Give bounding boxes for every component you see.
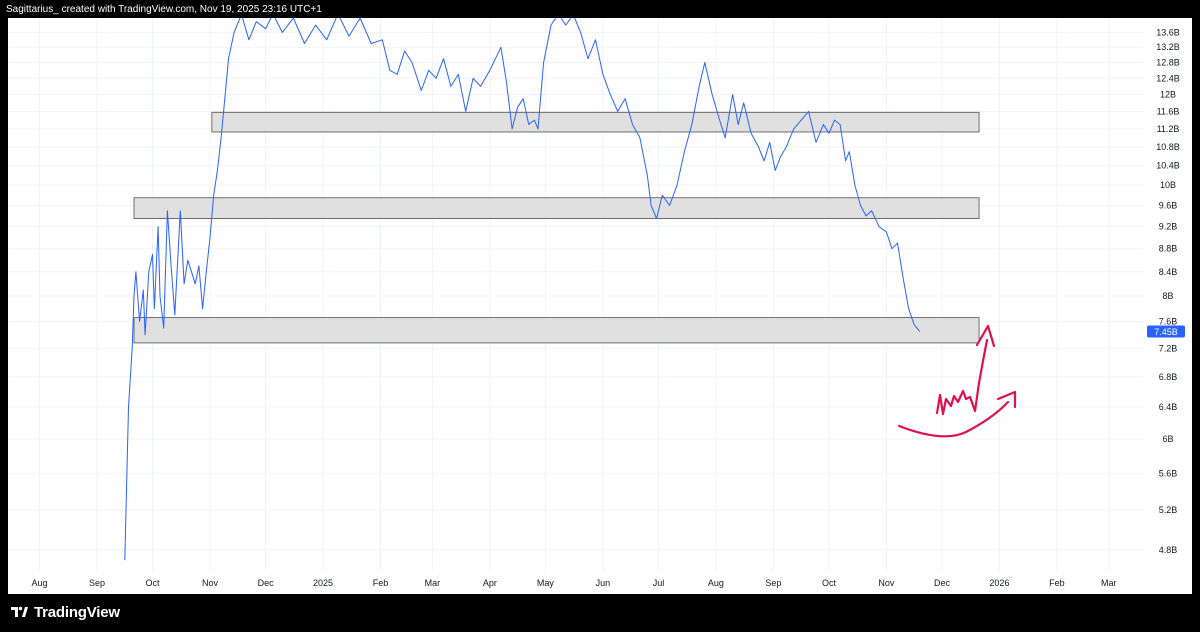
y-tick-label: 7.6B [1159, 317, 1178, 327]
x-tick-label: May [537, 578, 555, 588]
chart-screenshot: Sagittarius_ created with TradingView.co… [0, 0, 1200, 632]
last-price-label: 7.45B [1154, 327, 1178, 337]
x-tick-label: Feb [373, 578, 389, 588]
price-chart[interactable]: 13.6B 13.2B 12.8B 12.4B 12B 11.6B 11.2B 10.8B 10… [8, 13, 1192, 594]
y-tick-label: 11.6B [1157, 106, 1180, 116]
y-tick-label: 9.6B [1159, 200, 1178, 210]
x-axis[interactable]: Aug Sep Oct Nov Dec 2025 Feb Mar Apr May Jun Jul Aug… [31, 578, 1116, 588]
x-tick-label: Dec [934, 578, 951, 588]
x-tick-label: Nov [878, 578, 895, 588]
y-tick-label: 12.4B [1156, 73, 1180, 83]
y-tick-label: 11.2B [1157, 124, 1180, 134]
x-tick-label: Sep [765, 578, 781, 588]
y-tick-label: 10.4B [1156, 161, 1180, 171]
tradingview-logo-icon [11, 606, 28, 617]
y-tick-label: 12.8B [1156, 58, 1180, 68]
y-tick-label: 6B [1162, 434, 1173, 444]
x-tick-label: Apr [483, 578, 497, 588]
x-tick-label: 2025 [313, 578, 333, 588]
y-tick-label: 5.6B [1159, 468, 1178, 478]
x-tick-label: Sep [89, 578, 105, 588]
tradingview-wordmark: TradingView [34, 603, 120, 621]
chart-panel[interactable]: 13.6B 13.2B 12.8B 12.4B 12B 11.6B 11.2B 10.8B 10… [8, 13, 1192, 594]
x-tick-label: Aug [31, 578, 47, 588]
tradingview-logo[interactable]: TradingView [8, 600, 120, 624]
price-series-line[interactable] [124, 13, 921, 561]
y-tick-label: 9.2B [1159, 222, 1178, 232]
y-axis[interactable]: 13.6B 13.2B 12.8B 12.4B 12B 11.6B 11.2B 10.8B 10… [1156, 27, 1180, 554]
x-tick-label: 2026 [989, 578, 1009, 588]
y-tick-label: 4.8B [1159, 545, 1178, 555]
attribution-text: Sagittarius_ created with TradingView.co… [6, 4, 322, 15]
y-tick-label: 6.8B [1159, 372, 1178, 382]
price-zone-rect[interactable] [211, 111, 980, 133]
y-tick-label: 10.8B [1156, 142, 1180, 152]
x-tick-label: Jul [653, 578, 665, 588]
x-tick-label: Mar [425, 578, 441, 588]
price-zone-rect[interactable] [133, 197, 980, 219]
x-tick-label: Oct [822, 578, 837, 588]
x-tick-label: Jun [596, 578, 611, 588]
x-tick-label: Dec [258, 578, 275, 588]
y-tick-label: 8B [1162, 291, 1173, 301]
x-tick-label: Aug [708, 578, 724, 588]
x-tick-label: Mar [1101, 578, 1117, 588]
series-layer [124, 13, 921, 561]
y-tick-label: 13.2B [1156, 42, 1180, 52]
y-tick-label: 8.8B [1159, 244, 1178, 254]
y-tick-label: 12B [1160, 90, 1176, 100]
y-tick-label: 5.2B [1159, 505, 1178, 515]
y-tick-label: 7.2B [1159, 343, 1178, 353]
y-tick-label: 8.4B [1159, 267, 1178, 277]
y-tick-label: 6.4B [1159, 402, 1178, 412]
y-tick-label: 13.6B [1156, 27, 1180, 37]
y-tick-label: 10B [1160, 180, 1176, 190]
price-zone-rect[interactable] [133, 317, 980, 344]
x-tick-label: Nov [202, 578, 219, 588]
x-tick-label: Oct [146, 578, 161, 588]
x-tick-label: Feb [1049, 578, 1065, 588]
grid [8, 18, 1144, 571]
last-price-marker: 7.45B [1147, 325, 1185, 338]
